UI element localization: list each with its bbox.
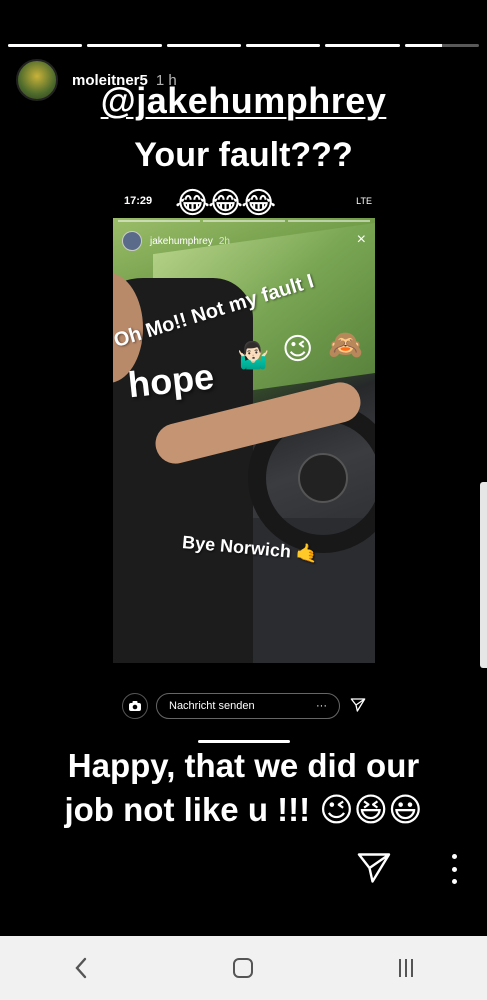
mention-text[interactable]: @jakehumphrey	[0, 80, 487, 122]
camera-icon	[122, 693, 148, 719]
home-button[interactable]	[213, 948, 273, 988]
back-icon[interactable]	[51, 948, 111, 988]
more-vertical-icon[interactable]	[448, 854, 460, 884]
home-icon	[233, 958, 254, 978]
wink-emoji: 😉	[282, 333, 314, 366]
embedded-clock: 17:29	[124, 195, 153, 207]
embedded-username: jakehumphrey	[150, 235, 213, 247]
caption-line-1: Happy, that we did our	[67, 747, 420, 784]
progress-segment-current	[404, 44, 479, 47]
embedded-header: jakehumphrey 2h ×	[122, 230, 372, 252]
story-caption: Happy, that we did our job not like u !!…	[0, 744, 487, 832]
recents-button[interactable]	[376, 948, 436, 988]
headline-text: Your fault???	[134, 136, 353, 174]
progress-segment	[87, 44, 162, 47]
embedded-story-photo	[113, 218, 375, 663]
close-icon: ×	[356, 231, 366, 248]
progress-segment	[166, 44, 241, 47]
embedded-avatar	[122, 231, 142, 251]
shrug-emoji: 🤷🏻‍♂️	[237, 340, 270, 370]
hope-text: hope	[126, 355, 216, 406]
send-icon-small	[350, 697, 366, 716]
progress-segment	[8, 44, 83, 47]
see-no-evil-emoji: 🙈	[328, 329, 363, 360]
embedded-progress	[118, 220, 370, 222]
caption-line-2: job not like u !!! 😉😆😃	[64, 791, 423, 828]
embedded-network: LTE	[356, 196, 372, 206]
embedded-message-field: Nachricht senden ···	[156, 693, 340, 719]
story-progress	[8, 44, 479, 47]
send-icon[interactable]	[356, 850, 392, 886]
progress-segment	[245, 44, 321, 47]
system-nav-bar	[0, 936, 487, 1000]
emoji-sticker-top: 😂😂😂	[175, 187, 276, 220]
embedded-time: 2h	[218, 235, 230, 247]
progress-segment	[325, 44, 400, 47]
embedded-reply-bar: Nachricht senden ···	[122, 692, 372, 720]
embedded-home-indicator	[198, 740, 290, 743]
recents-icon	[398, 959, 413, 977]
edge-panel-handle[interactable]	[480, 482, 487, 668]
